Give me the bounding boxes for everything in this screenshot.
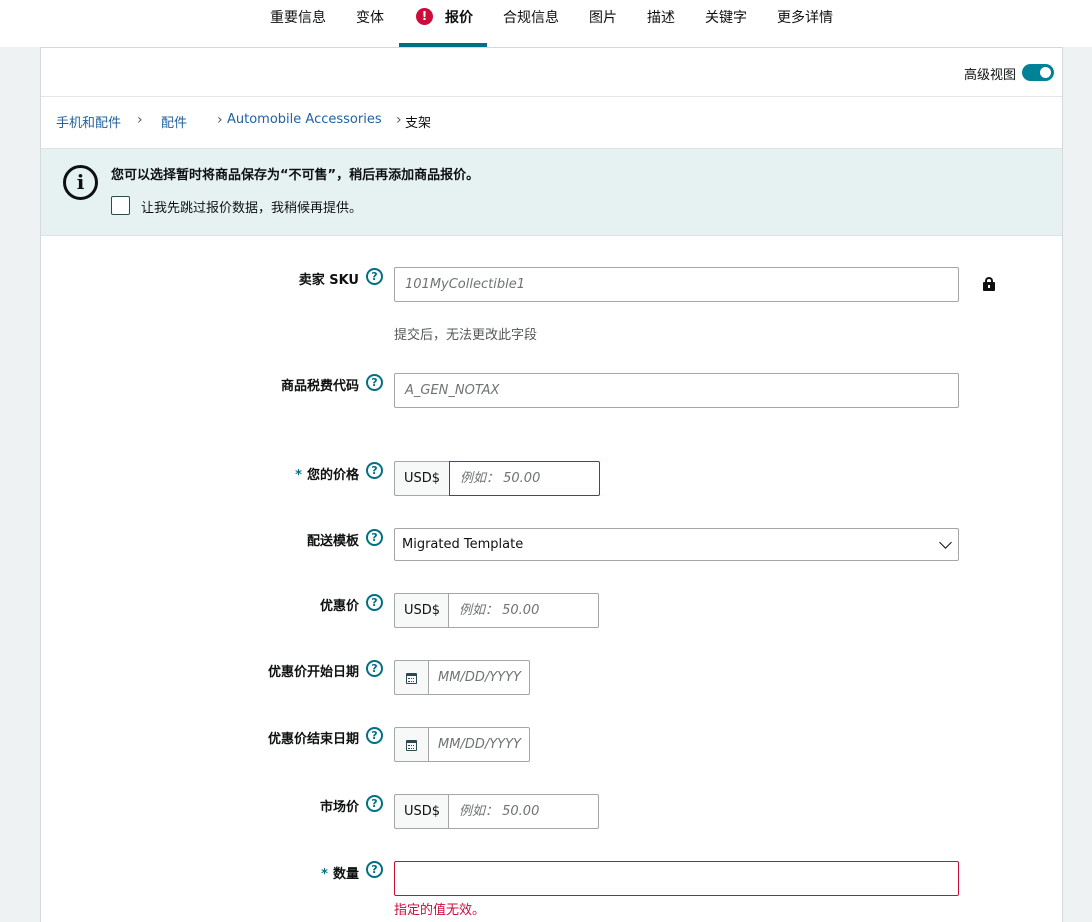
- skip-offer-checkbox[interactable]: [111, 196, 130, 215]
- sale-end-input[interactable]: MM/DD/YYYY: [428, 727, 530, 762]
- required-mark: *: [295, 468, 302, 483]
- tab-offer[interactable]: 报价: [445, 0, 473, 47]
- sale-start-input[interactable]: MM/DD/YYYY: [428, 660, 530, 695]
- error-icon: !: [416, 8, 433, 25]
- help-icon[interactable]: ?: [366, 861, 383, 878]
- tab-keywords[interactable]: 关键字: [705, 0, 747, 47]
- help-icon[interactable]: ?: [366, 727, 383, 744]
- sale-price-label: 优惠价: [319, 599, 359, 614]
- your-price-label: * 您的价格: [295, 464, 359, 483]
- shipping-template-label: 配送模板: [306, 534, 359, 549]
- help-icon[interactable]: ?: [366, 795, 383, 812]
- unsellable-alert: i 您可以选择暂时将商品保存为“不可售”，稍后再添加商品报价。 让我先跳过报价数…: [41, 148, 1062, 236]
- toggle-knob: [1040, 67, 1051, 78]
- lock-icon: [983, 277, 995, 291]
- sale-price-input[interactable]: 例如： 50.00: [448, 593, 599, 628]
- your-price-label-text: 您的价格: [306, 468, 359, 483]
- quantity-error: 指定的值无效。: [394, 903, 486, 918]
- calendar-button[interactable]: [394, 660, 428, 695]
- chevron-right-icon: ›: [396, 112, 402, 128]
- tab-important-info[interactable]: 重要信息: [270, 0, 326, 47]
- breadcrumb-current: 支架: [405, 116, 432, 131]
- quantity-input[interactable]: [394, 861, 959, 896]
- shipping-template-value: Migrated Template: [402, 537, 524, 552]
- tax-code-input[interactable]: A_GEN_NOTAX: [394, 373, 959, 408]
- advanced-view-toggle[interactable]: [1022, 64, 1054, 81]
- your-price-input[interactable]: 例如： 50.00: [449, 461, 600, 496]
- chevron-right-icon: ›: [217, 112, 223, 128]
- chevron-down-icon: [939, 536, 952, 549]
- quantity-label: * 数量: [321, 863, 359, 882]
- tab-description[interactable]: 描述: [647, 0, 675, 47]
- help-icon[interactable]: ?: [366, 660, 383, 677]
- help-icon[interactable]: ?: [366, 462, 383, 479]
- sale-end-label: 优惠价结束日期: [267, 732, 359, 747]
- list-price-label: 市场价: [319, 800, 359, 815]
- quantity-label-text: 数量: [332, 867, 359, 882]
- shipping-template-select[interactable]: Migrated Template: [394, 528, 959, 561]
- alert-title: 您可以选择暂时将商品保存为“不可售”，稍后再添加商品报价。: [111, 168, 480, 183]
- seller-sku-hint: 提交后，无法更改此字段: [394, 328, 538, 343]
- tab-compliance[interactable]: 合规信息: [503, 0, 559, 47]
- currency-prefix: USD$: [394, 593, 449, 628]
- sale-start-label: 优惠价开始日期: [267, 665, 359, 680]
- top-tab-bar: 重要信息 变体 ! 报价 合规信息 图片 描述 关键字 更多详情: [0, 0, 1092, 47]
- offer-panel: 高级视图 手机和配件 › 配件 › Automobile Accessories…: [40, 47, 1063, 922]
- currency-prefix: USD$: [394, 794, 449, 829]
- help-icon[interactable]: ?: [366, 268, 383, 285]
- calendar-button[interactable]: [394, 727, 428, 762]
- help-icon[interactable]: ?: [366, 529, 383, 546]
- skip-offer-label[interactable]: 让我先跳过报价数据，我稍候再提供。: [141, 197, 362, 216]
- breadcrumb-automobile-accessories[interactable]: Automobile Accessories: [227, 112, 382, 127]
- calendar-icon: [406, 673, 417, 684]
- info-icon: i: [63, 165, 98, 200]
- calendar-icon: [406, 740, 417, 751]
- tax-code-label: 商品税费代码: [280, 379, 359, 394]
- tab-more-details[interactable]: 更多详情: [777, 0, 833, 47]
- chevron-right-icon: ›: [137, 112, 143, 128]
- tab-images[interactable]: 图片: [589, 0, 617, 47]
- help-icon[interactable]: ?: [366, 594, 383, 611]
- list-price-input[interactable]: 例如： 50.00: [448, 794, 599, 829]
- tab-variations[interactable]: 变体: [356, 0, 384, 47]
- seller-sku-input[interactable]: 101MyCollectible1: [394, 267, 959, 302]
- help-icon[interactable]: ?: [366, 374, 383, 391]
- breadcrumb-phones-accessories[interactable]: 手机和配件: [56, 112, 121, 131]
- required-mark: *: [321, 867, 328, 882]
- breadcrumb-accessories[interactable]: 配件: [161, 112, 187, 131]
- advanced-view-label: 高级视图: [963, 68, 1016, 83]
- currency-prefix: USD$: [394, 461, 449, 496]
- advanced-view-row: 高级视图: [41, 48, 1062, 97]
- seller-sku-label: 卖家 SKU: [298, 273, 359, 288]
